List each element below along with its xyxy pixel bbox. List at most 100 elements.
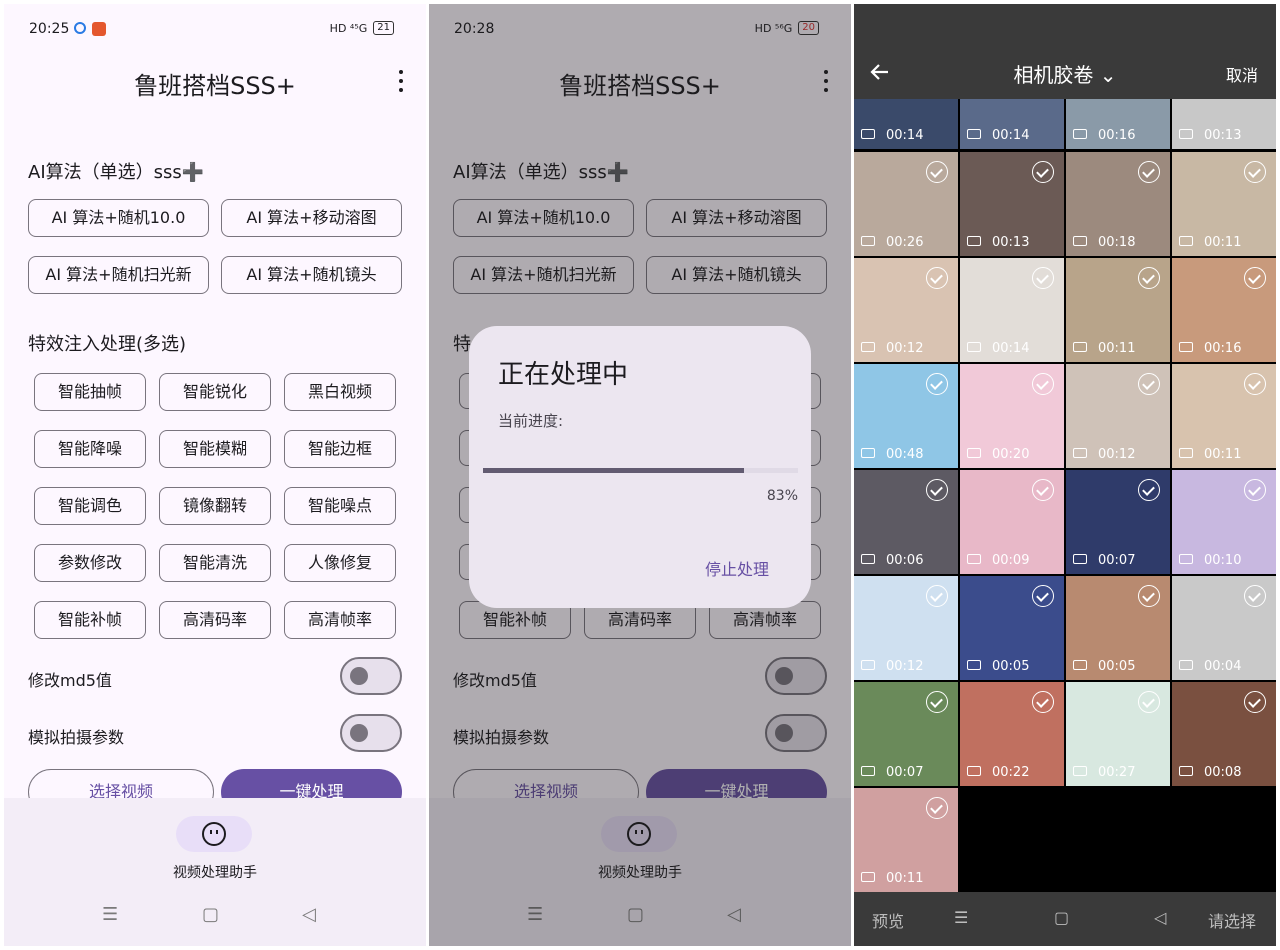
video-thumbnail[interactable]: 00:26	[854, 152, 958, 256]
video-thumbnail[interactable]: 00:12	[1066, 364, 1170, 468]
effect-chip[interactable]: 人像修复	[284, 544, 396, 582]
select-check-icon[interactable]	[1244, 479, 1266, 501]
algo-chip-lens[interactable]: AI 算法+随机镜头	[221, 256, 402, 294]
select-check-icon[interactable]	[1138, 585, 1160, 607]
select-check-icon[interactable]	[926, 691, 948, 713]
select-check-icon[interactable]	[926, 479, 948, 501]
select-check-icon[interactable]	[1138, 691, 1160, 713]
video-thumbnail[interactable]: 00:14	[960, 258, 1064, 362]
select-check-icon[interactable]	[1138, 161, 1160, 183]
select-check-icon[interactable]	[1032, 267, 1054, 289]
effect-chip[interactable]: 智能补帧	[34, 601, 146, 639]
effect-chip[interactable]: 参数修改	[34, 544, 146, 582]
video-thumbnail[interactable]: 00:07	[854, 682, 958, 786]
effect-chip[interactable]: 高清码率	[159, 601, 271, 639]
effect-chip[interactable]: 智能模糊	[159, 430, 271, 468]
select-check-icon[interactable]	[1244, 161, 1266, 183]
video-thumbnail[interactable]: 00:09	[960, 470, 1064, 574]
video-thumbnail[interactable]: 00:16	[1066, 99, 1170, 149]
effect-chip[interactable]: 智能降噪	[34, 430, 146, 468]
nav-item-label: 视频处理助手	[173, 865, 257, 881]
effect-chip[interactable]: 镜像翻转	[159, 487, 271, 525]
video-thumbnail[interactable]: 00:11	[1066, 258, 1170, 362]
video-thumbnail[interactable]: 00:12	[854, 258, 958, 362]
effect-chip[interactable]: 智能清洗	[159, 544, 271, 582]
video-thumbnail[interactable]: 00:08	[1172, 682, 1276, 786]
video-thumbnail[interactable]: 00:27	[1066, 682, 1170, 786]
select-check-icon[interactable]	[1138, 479, 1160, 501]
video-thumbnail[interactable]: 00:11	[854, 788, 958, 892]
video-camera-icon	[861, 129, 875, 139]
select-check-icon[interactable]	[926, 373, 948, 395]
select-check-icon[interactable]	[1244, 585, 1266, 607]
select-check-icon[interactable]	[926, 267, 948, 289]
select-check-icon[interactable]	[1032, 373, 1054, 395]
video-duration: 00:13	[1204, 128, 1242, 143]
select-check-icon[interactable]	[1032, 479, 1054, 501]
home-icon[interactable]: ▢	[1054, 908, 1069, 927]
select-check-icon[interactable]	[1138, 267, 1160, 289]
confirm-select-button[interactable]: 请选择	[1208, 908, 1256, 932]
recents-icon[interactable]: ☰	[102, 904, 118, 925]
video-thumbnail[interactable]: 00:07	[1066, 470, 1170, 574]
select-check-icon[interactable]	[1244, 373, 1266, 395]
video-thumbnail[interactable]: 00:20	[960, 364, 1064, 468]
back-icon[interactable]: ◁	[302, 904, 316, 925]
album-selector[interactable]: 相机胶卷 ⌄	[854, 59, 1276, 88]
video-thumbnail[interactable]: 00:10	[1172, 470, 1276, 574]
algo-chip-random[interactable]: AI 算法+随机10.0	[28, 199, 209, 237]
video-thumbnail[interactable]: 00:16	[1172, 258, 1276, 362]
bottom-navigation: 视频处理助手 ☰ ▢ ◁	[4, 798, 426, 946]
video-thumbnail[interactable]: 00:11	[1172, 364, 1276, 468]
news-notification-icon	[92, 22, 106, 36]
select-check-icon[interactable]	[1032, 585, 1054, 607]
select-check-icon[interactable]	[1032, 161, 1054, 183]
video-thumbnail[interactable]: 00:22	[960, 682, 1064, 786]
video-thumbnail[interactable]: 00:48	[854, 364, 958, 468]
video-duration: 00:08	[1204, 765, 1242, 780]
effect-chip[interactable]: 黑白视频	[284, 373, 396, 411]
cancel-button[interactable]: 取消	[1226, 62, 1258, 86]
effect-chip[interactable]: 智能噪点	[284, 487, 396, 525]
recents-icon[interactable]: ☰	[954, 908, 968, 927]
video-thumbnail[interactable]: 00:18	[1066, 152, 1170, 256]
video-thumbnail[interactable]: 00:12	[854, 576, 958, 680]
stop-processing-button[interactable]: 停止处理	[705, 556, 769, 580]
video-duration: 00:11	[886, 871, 924, 886]
select-check-icon[interactable]	[1244, 691, 1266, 713]
more-menu-icon[interactable]	[398, 70, 404, 92]
preview-button[interactable]: 预览	[872, 908, 904, 932]
select-check-icon[interactable]	[926, 797, 948, 819]
video-thumbnail[interactable]: 00:13	[1172, 99, 1276, 149]
video-thumbnail[interactable]: 00:14	[960, 99, 1064, 149]
md5-toggle-switch[interactable]	[340, 657, 402, 695]
sim-toggle-switch[interactable]	[340, 714, 402, 752]
effect-chip[interactable]: 高清帧率	[284, 601, 396, 639]
video-duration: 00:16	[1098, 128, 1136, 143]
algo-chip-scan-light[interactable]: AI 算法+随机扫光新	[28, 256, 209, 294]
video-thumbnail[interactable]: 00:05	[1066, 576, 1170, 680]
video-camera-icon	[1179, 448, 1193, 458]
video-thumbnail[interactable]: 00:06	[854, 470, 958, 574]
video-thumbnail[interactable]: 00:04	[1172, 576, 1276, 680]
page-title: 鲁班搭档SSS+	[134, 72, 296, 100]
video-thumbnail[interactable]: 00:13	[960, 152, 1064, 256]
algo-chip-move-blend[interactable]: AI 算法+移动溶图	[221, 199, 402, 237]
back-icon[interactable]: ◁	[1154, 908, 1166, 927]
effect-chip[interactable]: 智能抽帧	[34, 373, 146, 411]
select-check-icon[interactable]	[1244, 267, 1266, 289]
select-check-icon[interactable]	[926, 585, 948, 607]
select-check-icon[interactable]	[1138, 373, 1160, 395]
select-check-icon[interactable]	[926, 161, 948, 183]
select-check-icon[interactable]	[1032, 691, 1054, 713]
effect-chip[interactable]: 智能锐化	[159, 373, 271, 411]
nav-item-assistant[interactable]	[176, 816, 252, 852]
battery-icon: 21	[373, 21, 394, 35]
video-thumbnail[interactable]: 00:14	[854, 99, 958, 149]
effect-chip[interactable]: 智能调色	[34, 487, 146, 525]
video-thumbnail[interactable]: 00:05	[960, 576, 1064, 680]
effect-chip[interactable]: 智能边框	[284, 430, 396, 468]
home-icon[interactable]: ▢	[202, 904, 219, 925]
video-duration: 00:05	[992, 659, 1030, 674]
video-thumbnail[interactable]: 00:11	[1172, 152, 1276, 256]
